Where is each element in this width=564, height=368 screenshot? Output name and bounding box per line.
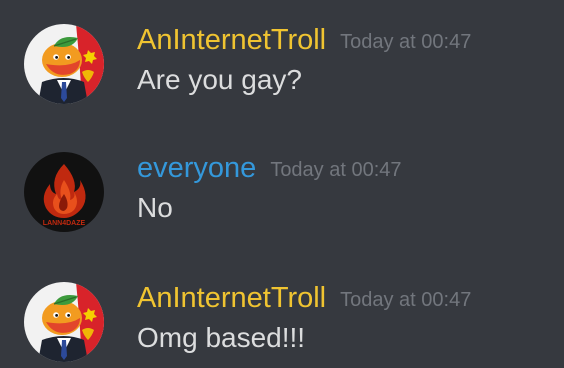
message-author[interactable]: AnInternetTroll [137,24,326,56]
message-timestamp: Today at 00:47 [340,31,472,53]
message-content: Are you gay? [137,64,302,95]
message-header: everyone Today at 00:47 [137,150,402,186]
chat-message: AnInternetTroll Today at 00:47 Are you ga… [0,0,564,104]
message-timestamp: Today at 00:47 [270,159,402,181]
mango-man-in-suit-icon [24,24,104,104]
avatar-logo-text: LANN4DAZE [43,220,86,227]
fire-logo-avatar-icon[interactable]: LANN4DAZE [24,152,104,232]
message-author[interactable]: everyone [137,152,256,184]
message-header: AnInternetTroll Today at 00:47 [137,22,471,58]
fire-logo-icon: LANN4DAZE [24,152,104,232]
message-timestamp: Today at 00:47 [340,289,472,311]
message-header: AnInternetTroll Today at 00:47 [137,280,471,316]
message-author[interactable]: AnInternetTroll [137,282,326,314]
chat-messages: AnInternetTroll Today at 00:47 Are you ga… [0,0,564,368]
mango-avatar-icon[interactable] [24,24,104,104]
chat-message: AnInternetTroll Today at 00:47 Omg based!… [0,258,564,362]
chat-message: LANN4DAZE everyone Today at 00:47 No [0,128,564,232]
message-content: No [137,192,173,223]
mango-avatar-icon[interactable] [24,282,104,362]
mango-man-in-suit-icon [24,282,104,362]
message-content: Omg based!!! [137,322,306,353]
